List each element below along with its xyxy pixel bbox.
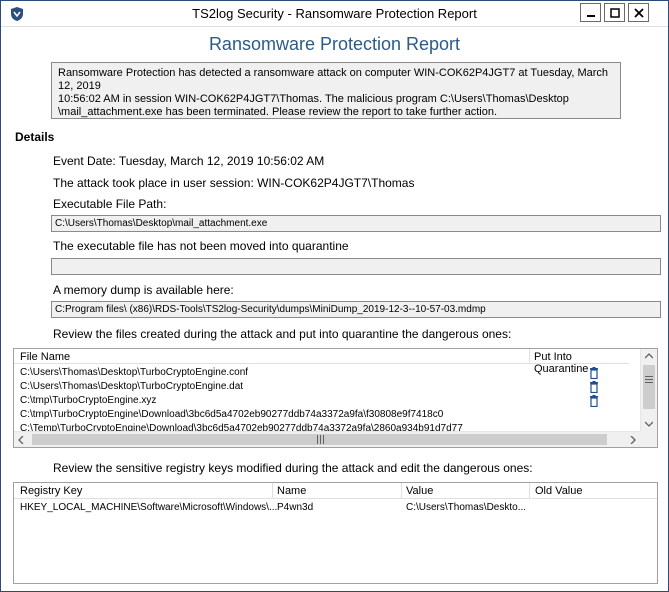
minimize-icon [586,14,595,17]
maximize-button[interactable] [604,3,625,22]
column-divider[interactable] [529,483,530,499]
report-window: TS2log Security - Ransomware Protection … [0,0,669,592]
minimize-button[interactable] [580,3,601,22]
column-header-registry-key[interactable]: Registry Key [20,485,82,497]
maximize-icon [609,7,620,18]
table-row[interactable]: C:\tmp\TurboCryptoEngine.xyz [20,395,620,409]
files-instruction: Review the files created during the atta… [53,327,512,341]
exe-path-label: Executable File Path: [53,197,167,211]
dump-path-field[interactable]: C:Program files\ (x86)\RDS-Tools\TS2log-… [51,301,661,318]
chevron-left-icon[interactable] [18,436,24,444]
trash-icon[interactable] [589,367,599,379]
trash-icon[interactable] [589,395,599,407]
registry-key-cell[interactable]: HKEY_LOCAL_MACHINE\Software\Microsoft\Wi… [20,502,277,513]
chevron-up-icon[interactable] [645,353,653,359]
column-divider[interactable] [529,349,530,364]
table-row[interactable]: C:\tmp\TurboCryptoEngine\Download\3bc6d5… [20,409,620,423]
alert-line: \mail_attachment.exe has been terminated… [58,106,498,118]
registry-name-cell[interactable]: P4wn3d [277,502,313,513]
quarantine-path-field[interactable] [51,258,661,275]
column-divider[interactable] [272,483,273,499]
exe-path-field[interactable]: C:\Users\Thomas\Desktop\mail_attachment.… [51,215,661,232]
grip-icon [645,376,653,383]
chevron-right-icon[interactable] [630,436,636,444]
horizontal-scrollbar[interactable] [14,431,641,447]
title-bar[interactable]: TS2log Security - Ransomware Protection … [1,1,668,27]
alert-line: Ransomware Protection has detected a ran… [58,67,609,92]
table-row[interactable]: C:\Users\Thomas\Desktop\TurboCryptoEngin… [20,367,620,381]
event-date-label: Event Date: Tuesday, March 12, 2019 10:5… [53,154,325,168]
registry-value-cell[interactable]: C:\Users\Thomas\Deskto... [406,502,526,513]
close-icon [633,7,644,18]
column-header-old-value[interactable]: Old Value [535,485,583,497]
trash-icon[interactable] [589,381,599,393]
vertical-scrollbar[interactable] [640,349,657,432]
alert-line: 10:56:02 AM in session WIN-COK62P4JGT7\T… [58,93,569,105]
column-header-value[interactable]: Value [406,485,433,497]
registry-table-header: Registry Key Name Value Old Value [14,483,657,499]
scroll-corner [640,431,657,447]
table-row[interactable]: C:\Users\Thomas\Desktop\TurboCryptoEngin… [20,381,620,395]
session-label: The attack took place in user session: W… [53,176,415,190]
files-table: File Name Put Into Quarantine C:\Users\T… [13,348,658,448]
registry-instruction: Review the sensitive registry keys modif… [53,461,533,475]
chevron-down-icon[interactable] [645,421,653,427]
details-heading: Details [15,130,55,144]
column-divider[interactable] [401,483,402,499]
quarantine-status-label: The executable file has not been moved i… [53,239,349,253]
column-header-name[interactable]: Name [277,485,306,497]
column-header-file-name[interactable]: File Name [20,351,70,363]
grip-icon [317,435,324,444]
close-button[interactable] [628,3,649,22]
scroll-thumb[interactable] [643,365,655,409]
alert-message: Ransomware Protection has detected a ran… [51,62,621,119]
dump-label: A memory dump is available here: [53,283,234,297]
report-heading: Ransomware Protection Report [208,34,461,54]
window-title: TS2log Security - Ransomware Protection … [192,6,477,21]
registry-table: Registry Key Name Value Old Value HKEY_L… [13,482,658,584]
files-table-header: File Name Put Into Quarantine [14,349,629,375]
